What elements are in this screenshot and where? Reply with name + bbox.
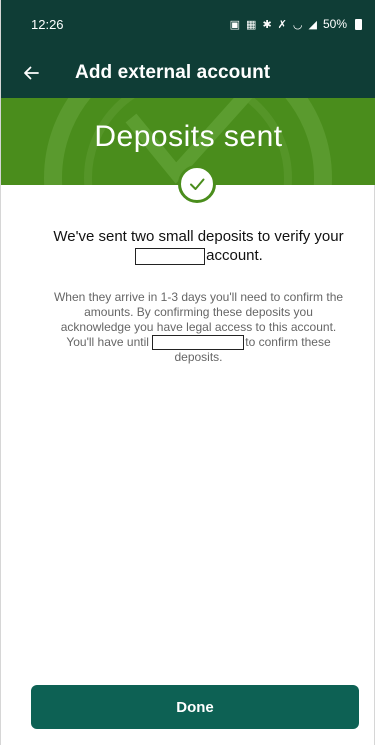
battery-percent: 50% [322,17,347,31]
done-button[interactable]: Done [31,685,359,729]
page-title: Add external account [75,62,271,83]
success-badge [178,165,216,203]
headline-text: We've sent two small deposits to verify … [53,228,344,245]
screen: 12:26 ▣ ▦ ✱ ✗ ◡ ◢ 50% Add external accou… [0,0,375,745]
status-time: 12:26 [31,16,64,32]
redacted-date [152,335,245,351]
back-arrow-icon [24,66,39,80]
redacted-account-name [135,247,206,265]
description: When they arrive in 1-3 days you'll need… [51,290,346,365]
bluetooth-icon: ✱ [262,17,272,31]
signal-icon: ◢ [308,17,317,31]
battery-icon [355,18,362,30]
notification-icon: ▦ [246,17,257,31]
mute-icon: ✗ [277,17,287,31]
back-button[interactable] [1,48,61,98]
app-bar: Add external account [1,48,375,98]
headline: We've sent two small deposits to verify … [41,227,356,265]
headline-text-end: account. [206,247,263,264]
nfc-icon: ▣ [229,17,241,31]
hero-title: Deposits sent [94,120,283,153]
status-icons: ▣ ▦ ✱ ✗ ◡ ◢ 50% [230,17,362,31]
checkmark-icon [190,178,205,190]
wifi-icon: ◡ [292,17,303,31]
status-bar: 12:26 ▣ ▦ ✱ ✗ ◡ ◢ 50% [1,0,375,48]
